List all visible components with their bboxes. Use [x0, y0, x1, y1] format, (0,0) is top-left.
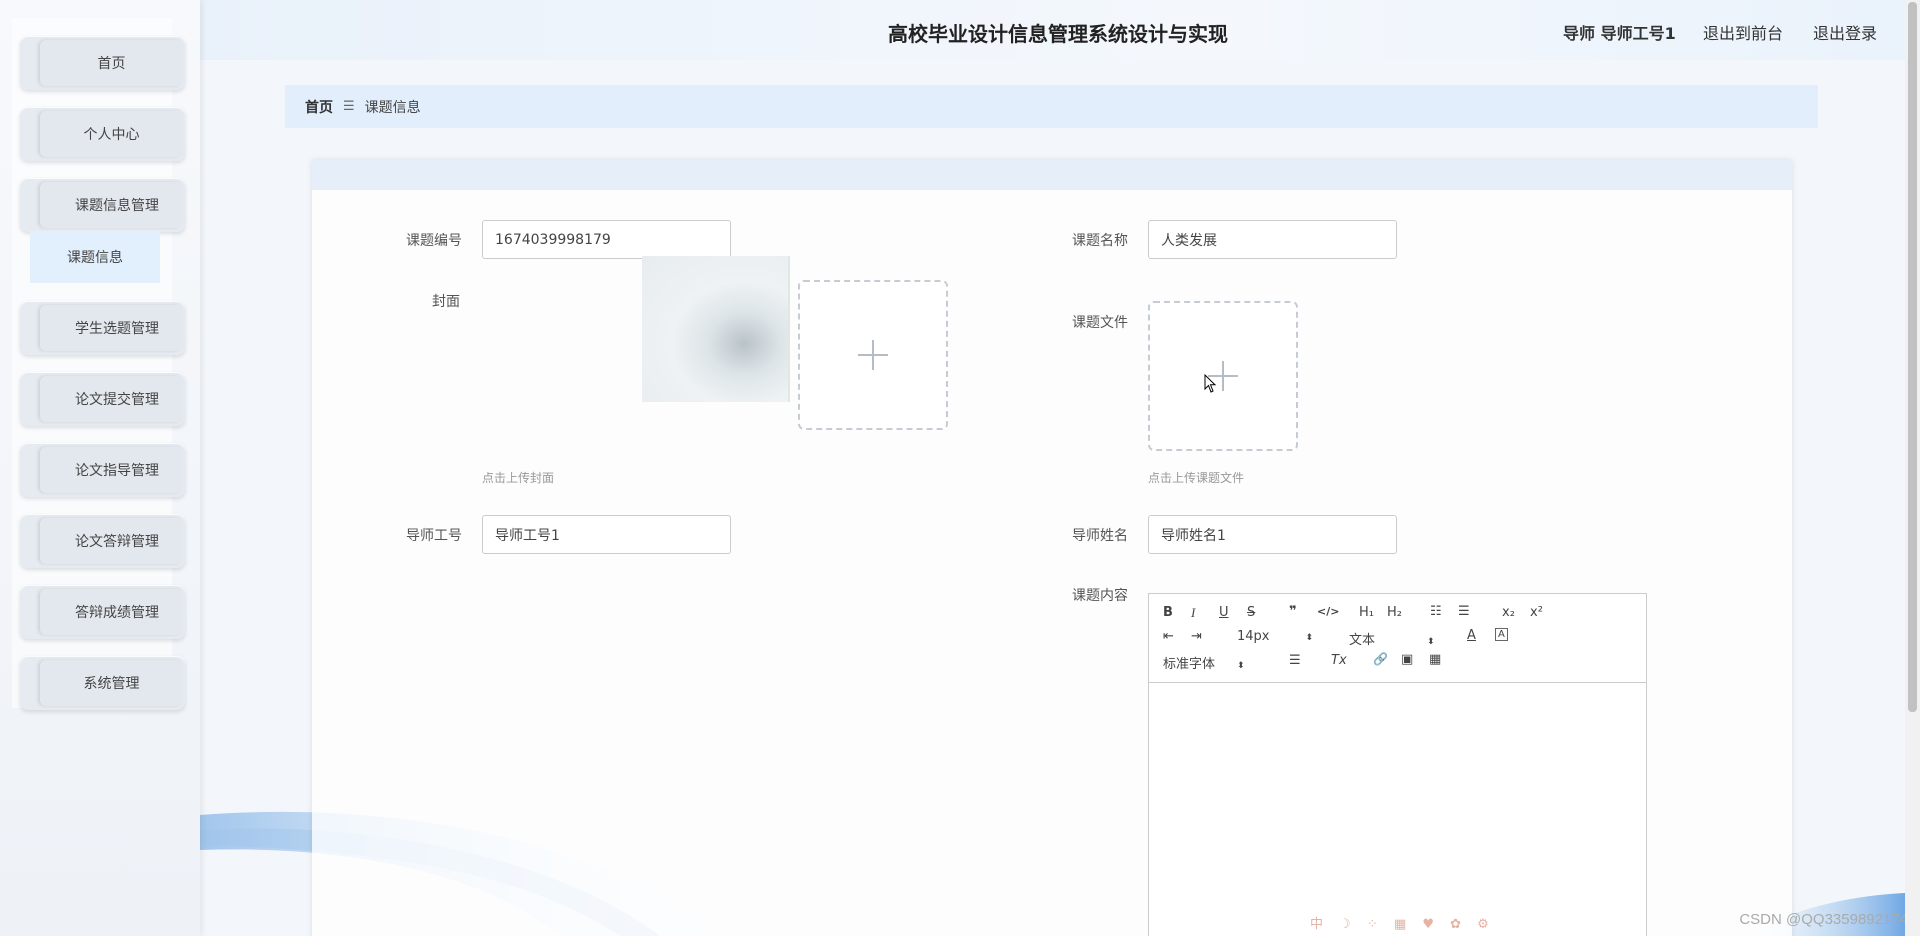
cover-upload-button[interactable]: [798, 280, 948, 430]
subscript-button[interactable]: x₂: [1502, 605, 1515, 620]
topic-file-label: 课题文件: [1072, 315, 1128, 331]
sidebar-item-label: 系统管理: [40, 660, 183, 706]
code-button[interactable]: </>: [1317, 605, 1339, 618]
select-arrow-icon: ⬍: [1237, 661, 1245, 671]
sidebar-item-thesis-submission[interactable]: 论文提交管理: [20, 372, 185, 426]
link-icon[interactable]: 🔗: [1373, 652, 1388, 666]
sidebar-subitem-topic-info[interactable]: 课题信息: [30, 231, 160, 283]
cover-label: 封面: [432, 294, 460, 310]
sidebar-item-label: 论文提交管理: [40, 376, 183, 422]
font-size-select[interactable]: 14px ⬍: [1237, 629, 1313, 644]
align-button[interactable]: ☰: [1289, 653, 1301, 668]
topic-file-upload-button[interactable]: [1148, 301, 1298, 451]
sidebar-item-home[interactable]: 首页: [20, 36, 185, 90]
editor-content-area[interactable]: [1149, 683, 1646, 936]
underline-button[interactable]: U: [1219, 605, 1229, 620]
sidebar-item-topic-management[interactable]: 课题信息管理: [20, 178, 185, 232]
header-select-value: 文本: [1349, 633, 1376, 648]
topic-name-input[interactable]: [1148, 220, 1397, 259]
breadcrumb-separator-icon: ☰: [343, 99, 355, 114]
topic-name-label: 课题名称: [1072, 233, 1128, 249]
rich-text-editor: B I U S ❞ </> H₁ H₂ ☷ ☰ x₂ x² ⇤ ⇥ 14px ⬍ …: [1148, 593, 1647, 936]
topic-no-input[interactable]: [482, 220, 731, 259]
sidebar-item-label: 课题信息管理: [40, 182, 183, 228]
tutor-name-label: 导师姓名: [1072, 528, 1128, 544]
sidebar-item-label: 个人中心: [40, 111, 183, 157]
sidebar-item-thesis-defense[interactable]: 论文答辩管理: [20, 514, 185, 568]
italic-button[interactable]: I: [1191, 605, 1195, 621]
h1-button[interactable]: H₁: [1359, 605, 1374, 620]
sidebar-item-thesis-guidance[interactable]: 论文指导管理: [20, 443, 185, 497]
page-title: 高校毕业设计信息管理系统设计与实现: [888, 22, 1228, 46]
breadcrumb: 首页 ☰ 课题信息: [285, 85, 1818, 128]
outdent-button[interactable]: ⇤: [1163, 629, 1174, 644]
topic-content-label: 课题内容: [1072, 588, 1128, 604]
superscript-button[interactable]: x²: [1530, 605, 1543, 620]
tutor-name-input[interactable]: [1148, 515, 1397, 554]
topic-no-label: 课题编号: [406, 233, 462, 249]
breadcrumb-current: 课题信息: [364, 99, 421, 116]
sidebar-item-label: 学生选题管理: [40, 305, 183, 351]
header-select[interactable]: 文本 ⬍: [1349, 629, 1435, 648]
card-header-bar: [312, 160, 1792, 190]
select-arrow-icon: ⬍: [1427, 637, 1435, 647]
sidebar-item-label: 论文答辩管理: [40, 518, 183, 564]
sidebar-item-student-selection[interactable]: 学生选题管理: [20, 301, 185, 355]
image-icon[interactable]: ▣: [1401, 652, 1413, 667]
cover-upload-hint: 点击上传封面: [482, 471, 555, 485]
current-user-label: 导师 导师工号1: [1563, 24, 1676, 43]
clean-format-button[interactable]: Tx: [1331, 653, 1347, 668]
font-family-select[interactable]: 标准字体 ⬍: [1163, 653, 1245, 672]
exit-to-frontend-link[interactable]: 退出到前台: [1703, 20, 1783, 44]
scrollbar-thumb[interactable]: [1908, 2, 1917, 712]
sidebar-item-label: 首页: [40, 40, 183, 86]
tutor-no-input[interactable]: [482, 515, 731, 554]
vertical-scrollbar[interactable]: [1905, 0, 1920, 936]
mouse-cursor-icon: [1204, 374, 1217, 393]
ordered-list-button[interactable]: ☷: [1430, 604, 1442, 619]
select-arrow-icon: ⬍: [1305, 633, 1314, 643]
editor-toolbar: B I U S ❞ </> H₁ H₂ ☷ ☰ x₂ x² ⇤ ⇥ 14px ⬍ …: [1149, 594, 1646, 683]
background-color-button[interactable]: A: [1495, 628, 1508, 641]
ime-toolbar: 中 ☽ ⁘ ▦ ♥ ✿ ⚙: [1310, 917, 1495, 932]
font-color-button[interactable]: A: [1467, 628, 1476, 643]
video-icon[interactable]: ▦: [1429, 652, 1441, 667]
font-family-value: 标准字体: [1163, 657, 1216, 672]
indent-button[interactable]: ⇥: [1191, 629, 1202, 644]
sidebar-item-defense-scores[interactable]: 答辩成绩管理: [20, 585, 185, 639]
font-size-value: 14px: [1237, 629, 1270, 644]
strike-button[interactable]: S: [1247, 605, 1255, 620]
topic-file-upload-hint: 点击上传课题文件: [1148, 471, 1245, 485]
sidebar-item-system-management[interactable]: 系统管理: [20, 656, 185, 710]
plus-icon: [858, 340, 888, 370]
sidebar: 首页 个人中心 课题信息管理 课题信息 学生选题管理 论文提交管理 论文指导管理…: [0, 0, 200, 936]
blockquote-button[interactable]: ❞: [1289, 604, 1297, 619]
sidebar-item-label: 论文指导管理: [40, 447, 183, 493]
bold-button[interactable]: B: [1163, 605, 1173, 620]
h2-button[interactable]: H₂: [1387, 605, 1402, 620]
sidebar-item-label: 答辩成绩管理: [40, 589, 183, 635]
cover-image-thumbnail: [642, 256, 790, 402]
bullet-list-button[interactable]: ☰: [1458, 604, 1470, 619]
tutor-no-label: 导师工号: [406, 528, 462, 544]
topic-form-card: 课题编号 封面 点击上传封面 导师工号 课题名称 课题文件 点击上传课题文件 导…: [312, 160, 1792, 936]
breadcrumb-home[interactable]: 首页: [305, 97, 333, 117]
top-header: 高校毕业设计信息管理系统设计与实现 导师 导师工号1 退出到前台 退出登录: [200, 0, 1905, 60]
sidebar-item-personal-center[interactable]: 个人中心: [20, 107, 185, 161]
logout-link[interactable]: 退出登录: [1813, 20, 1877, 44]
watermark: CSDN @QQ3359892174: [1739, 911, 1908, 928]
